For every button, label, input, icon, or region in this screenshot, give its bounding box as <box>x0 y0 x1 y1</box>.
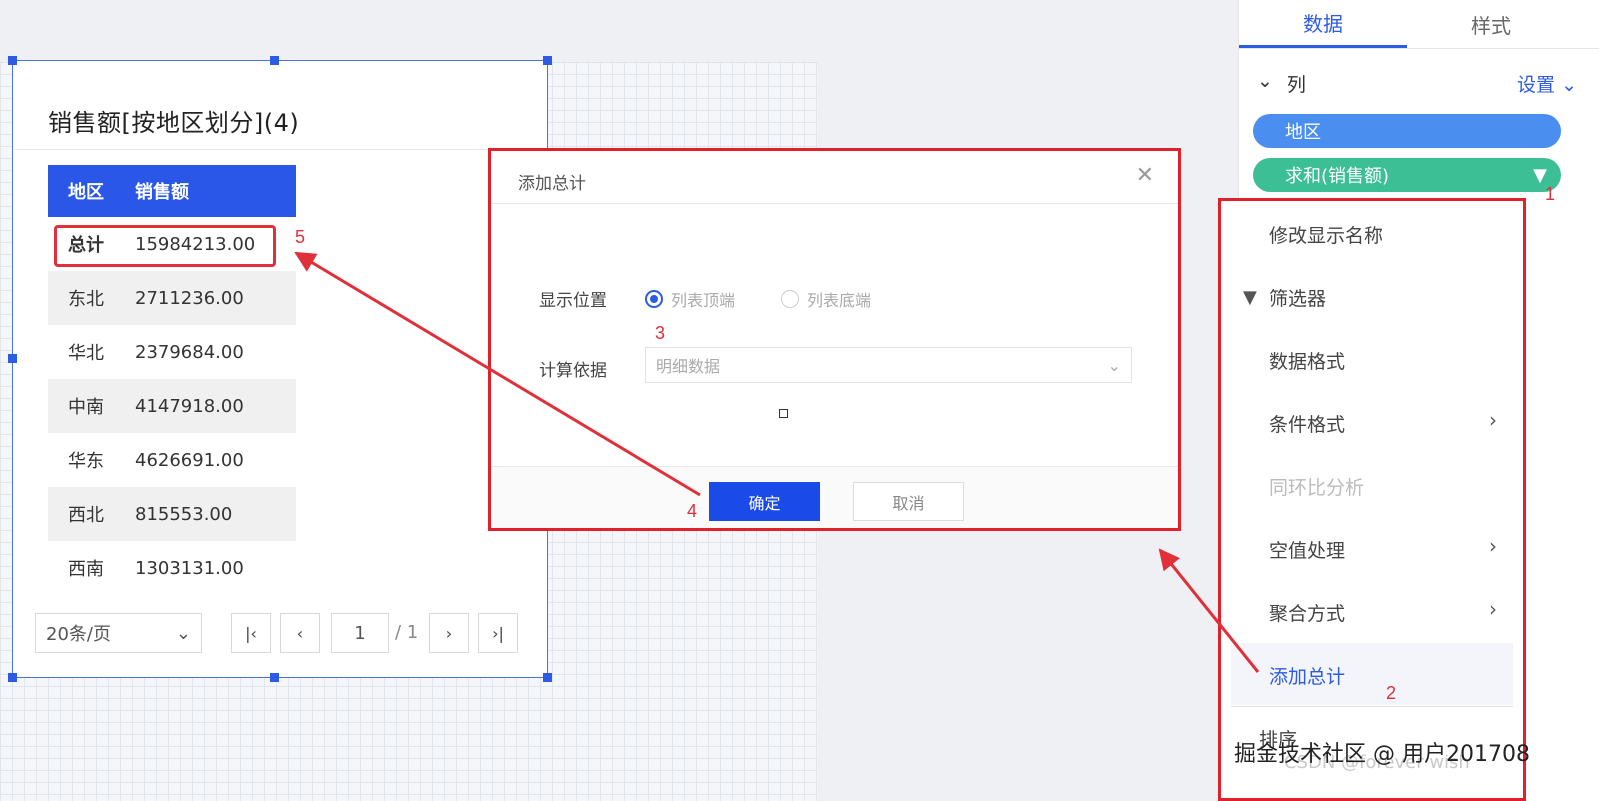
table-row: 中南 4147918.00 <box>48 379 296 433</box>
annotation-label-2: 2 <box>1386 683 1397 703</box>
dialog-footer <box>491 466 1178 528</box>
table-row: 西南 1303131.00 <box>48 541 296 595</box>
menu-item-add-total[interactable]: 添加总计 <box>1269 662 1345 689</box>
chevron-down-icon: ⌄ <box>175 622 191 644</box>
column-header-region[interactable]: 地区 <box>48 178 135 204</box>
page-size-value: 20条/页 <box>46 624 111 645</box>
table-cell: 中南 <box>68 397 104 418</box>
page-size-select[interactable]: 20条/页 ⌄ <box>35 613 202 653</box>
field-context-menu: 修改显示名称 ▼ 筛选器 数据格式 条件格式 › 同环比分析 空值处理 › 聚合… <box>1218 198 1526 801</box>
cursor-marker <box>779 409 788 418</box>
menu-item-rename[interactable]: 修改显示名称 <box>1269 221 1383 248</box>
table-cell: 2379684.00 <box>135 341 244 363</box>
chevron-left-icon[interactable]: ‹ <box>280 613 320 653</box>
table-row: 东北 2711236.00 <box>48 271 296 325</box>
radio-label: 列表顶端 <box>671 291 736 310</box>
columns-section-header[interactable]: ⌄ 列 <box>1257 70 1306 97</box>
radio-checked-icon <box>645 290 663 308</box>
chevron-right-icon[interactable]: › <box>429 613 469 653</box>
table-cell: 2711236.00 <box>135 287 244 309</box>
menu-item-aggregation[interactable]: 聚合方式 <box>1269 599 1345 626</box>
divider <box>1239 48 1599 49</box>
table-cell: 815553.00 <box>135 503 233 525</box>
watermark: 掘金技术社区 @ 用户201708 <box>1234 742 1530 767</box>
pagination: 20条/页 ⌄ <box>35 613 202 653</box>
settings-label: 设置 <box>1517 74 1556 96</box>
menu-item-null-handling[interactable]: 空值处理 <box>1269 536 1345 563</box>
menu-item-conditional-format[interactable]: 条件格式 <box>1269 410 1345 437</box>
field-pill-label: 求和(销售额) <box>1285 166 1390 187</box>
page-number-input[interactable]: 1 <box>331 613 389 653</box>
table-cell: 1303131.00 <box>135 557 244 579</box>
last-page-icon[interactable]: ›| <box>478 613 518 653</box>
caret-down-icon[interactable]: ▼ <box>1533 165 1547 186</box>
resize-handle[interactable] <box>8 673 17 682</box>
basis-value: 明细数据 <box>656 357 721 376</box>
annotation-label-3: 3 <box>655 323 666 343</box>
table-cell: 西南 <box>68 559 104 580</box>
columns-label: 列 <box>1286 74 1306 96</box>
total-row-highlight <box>54 225 276 267</box>
annotation-label-4: 4 <box>687 501 698 521</box>
menu-item-data-format[interactable]: 数据格式 <box>1269 347 1345 374</box>
chevron-right-icon: › <box>1489 597 1497 621</box>
basis-select[interactable]: 明细数据 ⌄ <box>645 347 1132 383</box>
resize-handle[interactable] <box>8 56 17 65</box>
first-page-icon[interactable]: |‹ <box>231 613 271 653</box>
position-label: 显示位置 <box>539 291 607 311</box>
resize-handle[interactable] <box>543 56 552 65</box>
filter-icon: ▼ <box>1243 287 1257 308</box>
table-cell: 华北 <box>68 343 104 364</box>
annotation-label-5: 5 <box>295 227 306 247</box>
table-cell: 西北 <box>68 505 104 526</box>
tab-style[interactable]: 样式 <box>1407 0 1575 48</box>
total-pages: / 1 <box>395 622 419 643</box>
canvas-top <box>0 0 818 62</box>
chevron-down-icon: ⌄ <box>1257 70 1273 92</box>
resize-handle[interactable] <box>270 56 279 65</box>
tab-data[interactable]: 数据 <box>1239 0 1407 48</box>
table-header: 地区 销售额 <box>48 165 296 217</box>
chevron-down-icon: ⌄ <box>1107 355 1121 375</box>
table-row: 华东 4626691.00 <box>48 433 296 487</box>
radio-list-top[interactable]: 列表顶端 <box>645 287 735 311</box>
table-row: 华北 2379684.00 <box>48 325 296 379</box>
table-cell: 华东 <box>68 451 104 472</box>
confirm-button[interactable]: 确定 <box>709 482 820 521</box>
close-icon[interactable]: ✕ <box>1136 163 1154 188</box>
divider <box>1231 706 1513 707</box>
table-cell: 4147918.00 <box>135 395 244 417</box>
annotation-label-1: 1 <box>1545 184 1556 204</box>
add-total-dialog: 添加总计 ✕ 显示位置 列表顶端 列表底端 3 计算依据 明细数据 ⌄ 确定 取… <box>488 148 1181 531</box>
column-header-sales[interactable]: 销售额 <box>135 178 296 204</box>
menu-item-yoy-analysis: 同环比分析 <box>1269 477 1365 499</box>
resize-handle[interactable] <box>8 354 17 363</box>
field-pill-sales[interactable]: 求和(销售额) ▼ <box>1253 158 1561 192</box>
chevron-right-icon: › <box>1489 408 1497 432</box>
table-cell: 东北 <box>68 289 104 310</box>
menu-item-filter[interactable]: 筛选器 <box>1269 284 1326 311</box>
resize-handle[interactable] <box>270 673 279 682</box>
table-cell: 4626691.00 <box>135 449 244 471</box>
chevron-right-icon: › <box>1489 534 1497 558</box>
divider <box>15 149 547 150</box>
table-row: 西北 815553.00 <box>48 487 296 541</box>
radio-unchecked-icon <box>781 290 799 308</box>
radio-label: 列表底端 <box>807 291 872 310</box>
chevron-down-icon: ⌄ <box>1561 74 1577 96</box>
table-widget[interactable]: 销售额[按地区划分](4) 地区 销售额 总计 15984213.00 东北 2… <box>8 56 552 682</box>
resize-handle[interactable] <box>543 673 552 682</box>
cancel-button[interactable]: 取消 <box>853 482 964 521</box>
settings-dropdown[interactable]: 设置 ⌄ <box>1517 70 1577 97</box>
radio-list-bottom[interactable]: 列表底端 <box>781 287 871 311</box>
divider <box>491 203 1178 204</box>
field-pill-region[interactable]: 地区 <box>1253 114 1561 148</box>
widget-title: 销售额[按地区划分](4) <box>48 109 300 137</box>
basis-label: 计算依据 <box>539 361 607 381</box>
dialog-title: 添加总计 <box>518 174 586 194</box>
